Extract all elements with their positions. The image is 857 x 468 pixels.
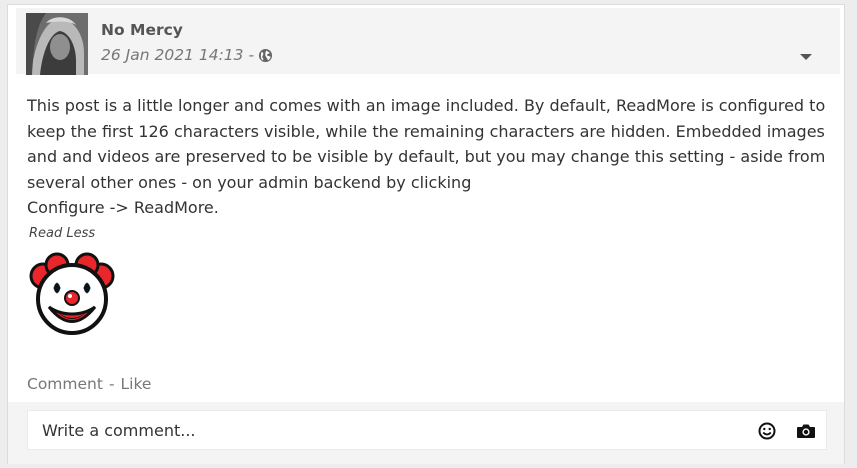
post-actions: Comment - Like [27, 375, 151, 393]
clown-face-icon[interactable] [29, 252, 115, 338]
globe-icon [258, 48, 273, 62]
post-body-line: Configure -> ReadMore. [27, 198, 219, 217]
author-name[interactable]: No Mercy [101, 21, 183, 39]
post-body-line: several other ones - on your admin backe… [27, 172, 472, 192]
post-body: This post is a little longer and comes w… [27, 93, 835, 221]
comment-input[interactable]: Write a comment... [27, 410, 827, 450]
post-body-line: and and videos are preserved to be visib… [27, 147, 826, 166]
camera-icon[interactable] [796, 422, 816, 440]
smiley-icon[interactable] [758, 422, 776, 440]
action-separator: - [108, 375, 115, 393]
comment-bar: Write a comment... [8, 402, 844, 464]
post-card: No Mercy 26 Jan 2021 14:13 - This post i… [7, 4, 845, 464]
like-link[interactable]: Like [121, 375, 152, 393]
caret-down-icon[interactable] [800, 54, 812, 60]
comment-placeholder: Write a comment... [42, 421, 196, 440]
post-timestamp[interactable]: 26 Jan 2021 14:13 - [101, 46, 254, 64]
post-header: No Mercy 26 Jan 2021 14:13 - [16, 8, 840, 75]
post-body-line: This post is a little longer and comes w… [27, 96, 826, 115]
post-body-line: keep the first 126 characters visible, w… [27, 121, 825, 141]
comment-link[interactable]: Comment [27, 375, 103, 393]
read-less-link[interactable]: Read Less [29, 226, 95, 241]
avatar-image [26, 13, 88, 75]
avatar[interactable] [26, 13, 88, 75]
post-meta: 26 Jan 2021 14:13 - [101, 46, 273, 64]
